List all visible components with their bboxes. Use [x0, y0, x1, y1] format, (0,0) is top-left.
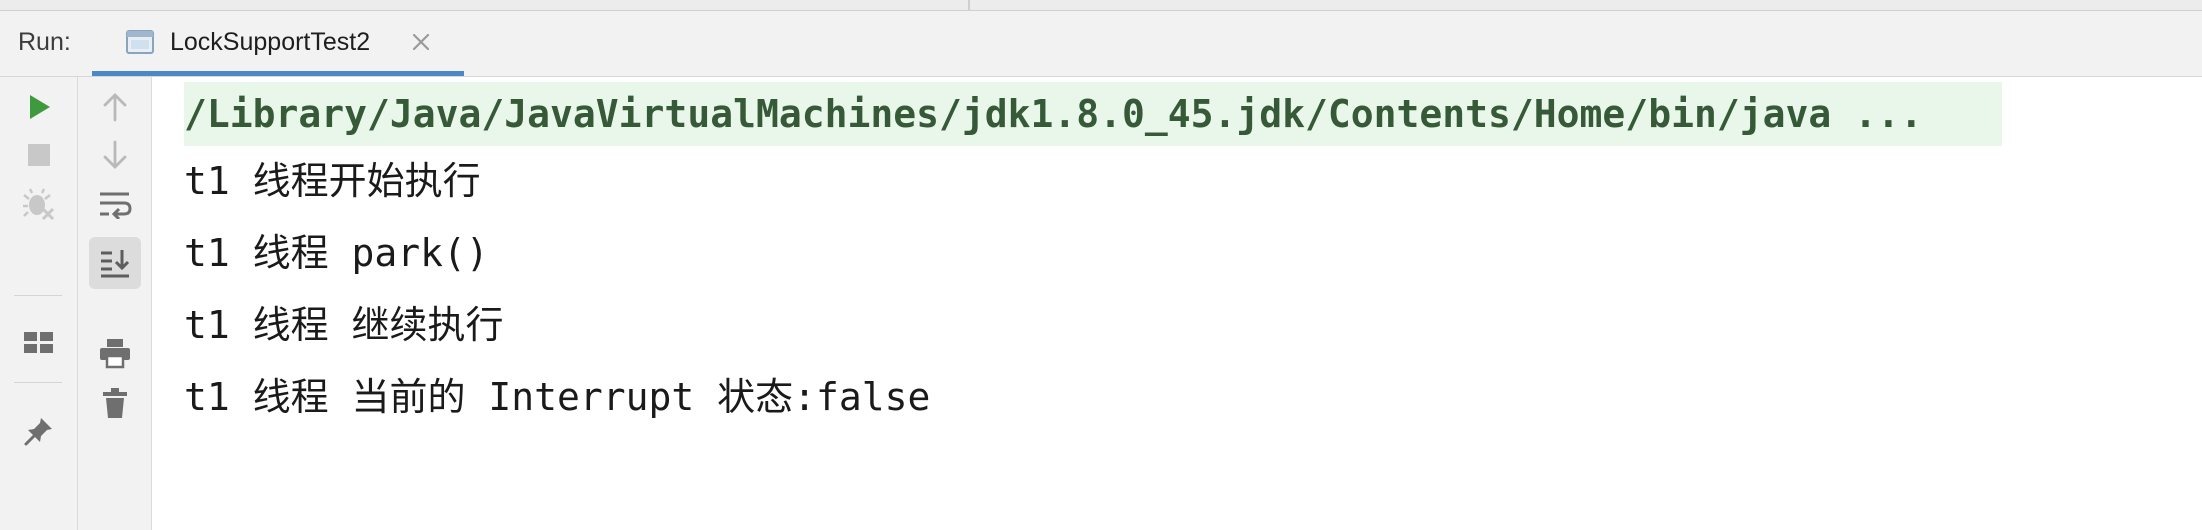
- previous-occurrence-button[interactable]: [89, 81, 141, 133]
- clear-all-button[interactable]: [89, 377, 141, 429]
- split-divider[interactable]: [968, 0, 970, 10]
- console-actions-toolbar: [78, 77, 152, 530]
- tab-title: LockSupportTest2: [170, 28, 371, 56]
- console-line: t1 线程 继续执行: [184, 303, 504, 347]
- layout-icon: [24, 332, 53, 353]
- stop-icon: [28, 144, 50, 166]
- run-actions-toolbar: [0, 77, 78, 530]
- run-tool-window-header: Run: LockSupportTest2: [0, 11, 2202, 77]
- arrow-down-icon: [103, 140, 127, 169]
- layout-button[interactable]: [13, 317, 65, 369]
- console-line: t1 线程开始执行: [184, 159, 481, 203]
- debug-button[interactable]: [13, 178, 65, 230]
- toolbar-separator: [14, 382, 62, 383]
- print-icon: [100, 339, 130, 369]
- command-line-text: /Library/Java/JavaVirtualMachines/jdk1.8…: [184, 92, 1923, 136]
- console-line: t1 线程 park(): [184, 231, 489, 275]
- stop-button[interactable]: [13, 129, 65, 181]
- arrow-up-icon: [103, 93, 127, 122]
- run-label: Run:: [18, 28, 71, 56]
- application-run-config-icon: [126, 30, 154, 54]
- rerun-button[interactable]: [13, 81, 65, 133]
- console-output[interactable]: /Library/Java/JavaVirtualMachines/jdk1.8…: [152, 77, 2202, 530]
- soft-wraps-button[interactable]: [89, 178, 141, 230]
- close-icon[interactable]: [410, 31, 432, 53]
- print-button[interactable]: [89, 327, 141, 379]
- soft-wrap-icon: [100, 192, 132, 219]
- trash-icon: [103, 388, 127, 418]
- console-line: t1 线程 当前的 Interrupt 状态:false: [184, 375, 931, 419]
- next-occurrence-button[interactable]: [89, 129, 141, 181]
- toolbar-separator: [14, 295, 62, 296]
- rerun-icon: [30, 95, 50, 119]
- pin-tab-button[interactable]: [13, 405, 65, 457]
- scroll-to-end-icon: [101, 250, 130, 278]
- debug-disabled-icon: [23, 188, 55, 221]
- scroll-to-end-button[interactable]: [89, 237, 141, 289]
- tab-locksupporttest2[interactable]: LockSupportTest2: [92, 11, 464, 76]
- top-editor-strip: [0, 0, 2202, 11]
- pin-icon: [24, 418, 52, 446]
